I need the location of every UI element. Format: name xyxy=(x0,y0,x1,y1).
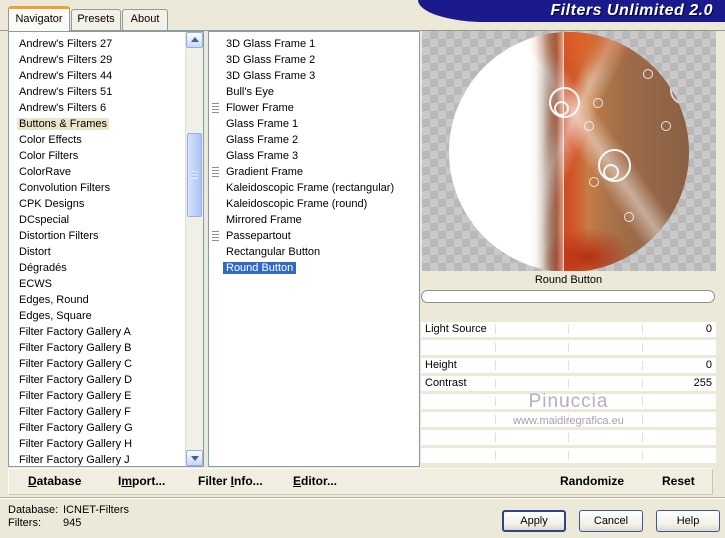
filter-item[interactable]: Glass Frame 2 xyxy=(209,132,419,148)
category-item[interactable]: ECWS xyxy=(9,276,203,292)
scroll-up-icon xyxy=(190,37,199,42)
scrollbar-thumb[interactable] xyxy=(187,133,202,217)
glass-strip-graphic xyxy=(528,32,564,271)
watermark-name: Pinuccia xyxy=(528,391,609,412)
filter-preview xyxy=(422,31,716,271)
progress-bar xyxy=(421,290,715,303)
title-band: Filters Unlimited 2.0 xyxy=(418,0,725,22)
tab-navigator[interactable]: Navigator xyxy=(8,6,70,31)
reset-button[interactable]: Reset xyxy=(662,468,695,495)
category-item[interactable]: Distort xyxy=(9,244,203,260)
filter-item[interactable]: Kaleidoscopic Frame (round) xyxy=(209,196,419,212)
filter-item-selected[interactable]: Round Button xyxy=(209,260,419,276)
category-item[interactable]: Filter Factory Gallery G xyxy=(9,420,203,436)
slider-contrast[interactable]: Contrast 255 xyxy=(421,376,716,391)
notes-icon xyxy=(212,231,219,241)
category-item[interactable]: Filter Factory Gallery J xyxy=(9,452,203,466)
database-status-label: Database: xyxy=(8,504,59,516)
filter-item[interactable]: 3D Glass Frame 3 xyxy=(209,68,419,84)
category-item[interactable]: Filter Factory Gallery F xyxy=(9,404,203,420)
cancel-button[interactable]: Cancel xyxy=(579,510,643,532)
category-scrollbar[interactable] xyxy=(185,32,203,466)
filter-item[interactable]: Gradient Frame xyxy=(209,164,419,180)
database-status-value: ICNET-Filters xyxy=(63,504,129,516)
import-button[interactable]: Import... xyxy=(118,468,165,495)
divider xyxy=(0,497,725,499)
bubble-graphic xyxy=(526,206,536,216)
category-item[interactable]: Filter Factory Gallery E xyxy=(9,388,203,404)
category-item[interactable]: Andrew's Filters 44 xyxy=(9,68,203,84)
filter-item[interactable]: Glass Frame 1 xyxy=(209,116,419,132)
slider-empty-row[interactable] xyxy=(421,340,716,355)
filter-item[interactable]: Glass Frame 3 xyxy=(209,148,419,164)
category-item[interactable]: Andrew's Filters 51 xyxy=(9,84,203,100)
category-item[interactable]: Filter Factory Gallery H xyxy=(9,436,203,452)
bubble-graphic xyxy=(584,121,594,131)
category-item[interactable]: Color Effects xyxy=(9,132,203,148)
watermark: Pinuccia www.maidiregrafica.eu xyxy=(421,391,716,427)
tab-presets[interactable]: Presets xyxy=(71,9,121,30)
database-button[interactable]: Database xyxy=(28,468,81,495)
slider-height[interactable]: Height 0 xyxy=(421,358,716,373)
category-item[interactable]: Andrew's Filters 6 xyxy=(9,100,203,116)
filter-item[interactable]: Rectangular Button xyxy=(209,244,419,260)
category-item[interactable]: Color Filters xyxy=(9,148,203,164)
bubble-graphic xyxy=(598,149,631,182)
bubble-graphic xyxy=(589,177,599,187)
category-item[interactable]: Edges, Round xyxy=(9,292,203,308)
category-item[interactable]: Filter Factory Gallery C xyxy=(9,356,203,372)
category-item[interactable]: Filter Factory Gallery A xyxy=(9,324,203,340)
filters-count-label: Filters: xyxy=(8,517,41,529)
category-item[interactable]: Andrew's Filters 27 xyxy=(9,36,203,52)
filter-item[interactable]: 3D Glass Frame 2 xyxy=(209,52,419,68)
slider-empty-row[interactable] xyxy=(421,430,716,445)
filter-item[interactable]: Kaleidoscopic Frame (rectangular) xyxy=(209,180,419,196)
category-item[interactable]: Filter Factory Gallery B xyxy=(9,340,203,356)
filter-item[interactable]: Flower Frame xyxy=(209,100,419,116)
slider-light-source[interactable]: Light Source 0 xyxy=(421,322,716,337)
category-item[interactable]: Filter Factory Gallery D xyxy=(9,372,203,388)
category-item[interactable]: Dégradés xyxy=(9,260,203,276)
filter-list: 3D Glass Frame 1 3D Glass Frame 2 3D Gla… xyxy=(208,31,420,467)
bubble-graphic xyxy=(661,121,671,131)
watermark-url: www.maidiregrafica.eu xyxy=(513,415,624,427)
bubble-graphic xyxy=(549,87,580,118)
category-item[interactable]: CPK Designs xyxy=(9,196,203,212)
bubble-graphic xyxy=(593,98,603,108)
command-bar: Database Import... Filter Info... Editor… xyxy=(8,468,713,495)
round-button-preview-image xyxy=(449,32,689,271)
filters-unlimited-window: Filters Unlimited 2.0 Navigator Presets … xyxy=(0,0,725,538)
filter-info-button[interactable]: Filter Info... xyxy=(198,468,263,495)
category-list: Andrew's Filters 27 Andrew's Filters 29 … xyxy=(8,31,204,467)
category-item[interactable]: DCspecial xyxy=(9,212,203,228)
bubble-graphic xyxy=(624,212,634,222)
randomize-button[interactable]: Randomize xyxy=(560,468,624,495)
window-title: Filters Unlimited 2.0 xyxy=(550,2,713,19)
filter-item[interactable]: Mirrored Frame xyxy=(209,212,419,228)
scroll-up-button[interactable] xyxy=(186,32,203,48)
category-item[interactable]: Distortion Filters xyxy=(9,228,203,244)
category-item[interactable]: ColorRave xyxy=(9,164,203,180)
filters-count-value: 945 xyxy=(63,517,82,529)
category-item[interactable]: Edges, Square xyxy=(9,308,203,324)
scroll-down-button[interactable] xyxy=(186,450,203,466)
category-item-selected[interactable]: Buttons & Frames xyxy=(9,116,203,132)
filter-item[interactable]: 3D Glass Frame 1 xyxy=(209,36,419,52)
slider-empty-row[interactable] xyxy=(421,448,716,463)
apply-button[interactable]: Apply xyxy=(502,510,566,532)
notes-icon xyxy=(212,103,219,113)
filter-item[interactable]: Bull's Eye xyxy=(209,84,419,100)
tab-about[interactable]: About xyxy=(122,9,168,30)
bubble-graphic xyxy=(643,69,653,79)
preview-caption: Round Button xyxy=(534,274,603,286)
help-button[interactable]: Help xyxy=(656,510,720,532)
notes-icon xyxy=(212,167,219,177)
filter-item[interactable]: Passepartout xyxy=(209,228,419,244)
scroll-down-icon xyxy=(190,456,199,461)
category-item[interactable]: Andrew's Filters 29 xyxy=(9,52,203,68)
editor-button[interactable]: Editor... xyxy=(293,468,337,495)
category-item[interactable]: Convolution Filters xyxy=(9,180,203,196)
bubble-graphic xyxy=(670,75,689,105)
